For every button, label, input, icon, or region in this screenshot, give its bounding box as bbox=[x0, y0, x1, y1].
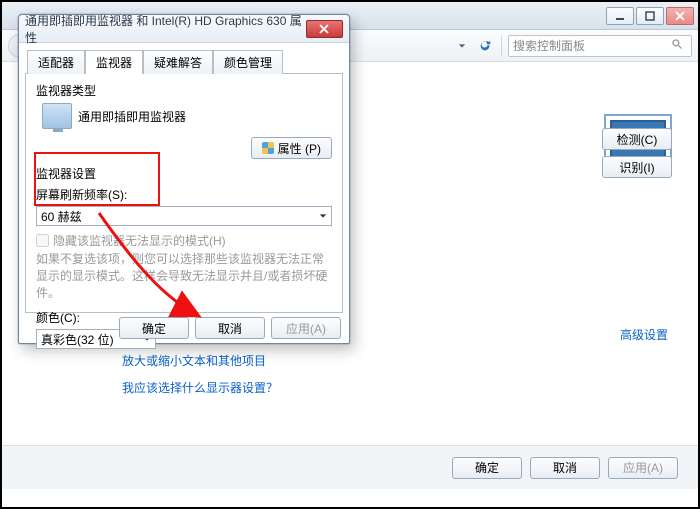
search-icon bbox=[671, 38, 687, 53]
dialog-close-button[interactable] bbox=[306, 20, 343, 38]
identify-button[interactable]: 识别(I) bbox=[602, 156, 672, 178]
detect-button[interactable]: 检测(C) bbox=[602, 128, 672, 150]
identify-button-label: 识别(I) bbox=[619, 159, 654, 176]
search-placeholder: 搜索控制面板 bbox=[513, 37, 585, 54]
toolbar-separator bbox=[501, 36, 502, 56]
hide-modes-note: 如果不复选该项，则您可以选择那些该监视器无法正常显示的显示模式。这样会导致无法显… bbox=[36, 251, 332, 301]
minimize-button[interactable] bbox=[606, 7, 634, 25]
hide-modes-label: 隐藏该监视器无法显示的模式(H) bbox=[53, 232, 226, 249]
maximize-button[interactable] bbox=[636, 7, 664, 25]
refresh-rate-value: 60 赫兹 bbox=[41, 208, 82, 225]
parent-ok-button[interactable]: 确定 bbox=[452, 457, 522, 479]
dialog-ok-label: 确定 bbox=[142, 320, 166, 337]
refresh-rate-label: 屏幕刷新频率(S): bbox=[36, 186, 332, 203]
monitor-type-group-label: 监视器类型 bbox=[36, 82, 332, 99]
monitor-icon bbox=[42, 103, 72, 129]
detect-button-label: 检测(C) bbox=[617, 131, 658, 148]
which-settings-link[interactable]: 我应该选择什么显示器设置？ bbox=[122, 379, 278, 396]
parent-cancel-label: 取消 bbox=[553, 459, 577, 476]
monitor-settings-group-label: 监视器设置 bbox=[36, 165, 332, 182]
tabstrip: 适配器 监视器 疑难解答 颜色管理 bbox=[27, 49, 343, 73]
refresh-rate-select[interactable]: 60 赫兹 bbox=[36, 206, 332, 226]
uac-shield-icon bbox=[262, 142, 274, 154]
dialog-cancel-label: 取消 bbox=[218, 320, 242, 337]
breadcrumb-dropdown-icon[interactable] bbox=[455, 34, 469, 58]
monitor-name: 通用即插即用监视器 bbox=[78, 108, 186, 125]
tab-monitor[interactable]: 监视器 bbox=[85, 50, 143, 74]
dialog-title: 通用即插即用监视器 和 Intel(R) HD Graphics 630 属性 bbox=[25, 12, 306, 46]
tab-adapter[interactable]: 适配器 bbox=[27, 50, 85, 74]
advanced-settings-link[interactable]: 高级设置 bbox=[620, 326, 668, 343]
dialog-body: 适配器 监视器 疑难解答 颜色管理 监视器类型 通用即插即用监视器 属性 (P) bbox=[25, 49, 343, 309]
dialog-ok-button[interactable]: 确定 bbox=[119, 317, 189, 339]
search-input[interactable]: 搜索控制面板 bbox=[508, 35, 692, 57]
monitor-properties-dialog: 通用即插即用监视器 和 Intel(R) HD Graphics 630 属性 … bbox=[18, 14, 350, 344]
parent-footer: 确定 取消 应用(A) bbox=[2, 445, 698, 489]
chevron-down-icon bbox=[319, 209, 327, 223]
parent-apply-button[interactable]: 应用(A) bbox=[608, 457, 678, 479]
dialog-cancel-button[interactable]: 取消 bbox=[195, 317, 265, 339]
monitor-properties-button-label: 属性 (P) bbox=[278, 140, 321, 157]
tab-panel-monitor: 监视器类型 通用即插即用监视器 属性 (P) 监视器设置 屏幕刷新频率(S): … bbox=[25, 73, 343, 313]
parent-ok-label: 确定 bbox=[475, 459, 499, 476]
dialog-apply-label: 应用(A) bbox=[286, 320, 326, 337]
tab-color[interactable]: 颜色管理 bbox=[213, 50, 283, 74]
dialog-titlebar: 通用即插即用监视器 和 Intel(R) HD Graphics 630 属性 bbox=[19, 15, 349, 43]
monitor-properties-button[interactable]: 属性 (P) bbox=[251, 137, 332, 159]
parent-apply-label: 应用(A) bbox=[623, 459, 663, 476]
dialog-footer: 确定 取消 应用(A) bbox=[19, 313, 349, 343]
tab-troubleshoot[interactable]: 疑难解答 bbox=[143, 50, 213, 74]
close-button[interactable] bbox=[666, 7, 694, 25]
refresh-button[interactable] bbox=[475, 36, 495, 56]
dialog-apply-button[interactable]: 应用(A) bbox=[271, 317, 341, 339]
resize-text-link[interactable]: 放大或缩小文本和其他项目 bbox=[122, 352, 278, 369]
parent-cancel-button[interactable]: 取消 bbox=[530, 457, 600, 479]
hide-modes-checkbox bbox=[36, 234, 49, 247]
